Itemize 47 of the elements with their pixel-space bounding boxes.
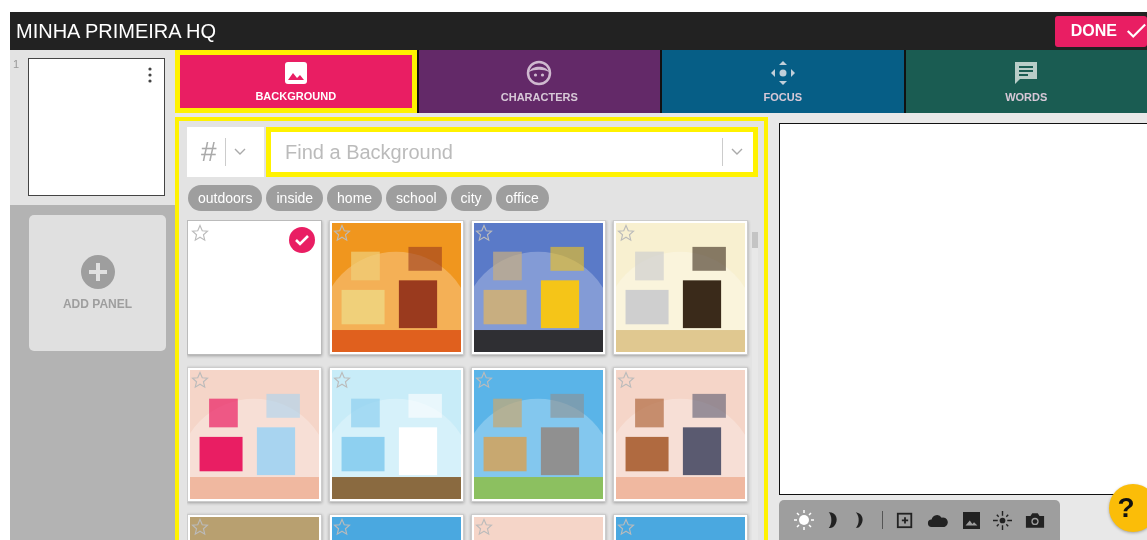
- cloud-icon[interactable]: [927, 512, 950, 528]
- panel-number: 1: [11, 58, 21, 72]
- plus-icon: [80, 255, 115, 289]
- tag-chip[interactable]: outdoors: [188, 185, 263, 211]
- favorite-star-icon[interactable]: [475, 371, 493, 389]
- favorite-star-icon[interactable]: [617, 518, 635, 536]
- more-icon[interactable]: [148, 67, 152, 83]
- favorite-star-icon[interactable]: [333, 224, 351, 242]
- favorite-star-icon[interactable]: [475, 224, 493, 242]
- favorite-star-icon[interactable]: [191, 518, 209, 536]
- scrollbar-thumb[interactable]: [752, 232, 758, 248]
- sun-icon[interactable]: [793, 510, 814, 531]
- focus-icon[interactable]: [992, 510, 1012, 530]
- favorite-star-icon[interactable]: [475, 518, 493, 536]
- add-panel-button[interactable]: ADD PANEL: [29, 215, 166, 351]
- panel-thumbnail[interactable]: [28, 58, 165, 196]
- chevron-down-icon: [731, 148, 743, 156]
- tag-chip[interactable]: city: [450, 185, 492, 211]
- favorite-star-icon[interactable]: [617, 371, 635, 389]
- favorite-star-icon[interactable]: [333, 371, 351, 389]
- background-tile[interactable]: [187, 220, 322, 355]
- tab[interactable]: FOCUS: [662, 50, 904, 113]
- add-image-icon[interactable]: [895, 511, 914, 530]
- focus-arrows-icon: [769, 60, 796, 86]
- tag-chip[interactable]: school: [386, 185, 447, 211]
- selected-check-icon: [289, 227, 315, 253]
- comic-title: MINHA PRIMEIRA HQ: [16, 19, 217, 43]
- image-icon[interactable]: [962, 511, 980, 529]
- favorite-star-icon[interactable]: [617, 224, 635, 242]
- tab[interactable]: CHARACTERS: [418, 50, 660, 113]
- face-icon: [526, 60, 553, 86]
- tab[interactable]: BACKGROUND: [175, 50, 417, 113]
- favorite-star-icon[interactable]: [333, 518, 351, 536]
- tag-chip[interactable]: inside: [266, 185, 324, 211]
- favorite-star-icon[interactable]: [191, 371, 209, 389]
- tab[interactable]: WORDS: [905, 50, 1147, 113]
- tag-chip[interactable]: office: [495, 185, 549, 211]
- search-field[interactable]: Find a Background: [271, 139, 714, 165]
- image-icon: [283, 61, 308, 85]
- tag-filter-dropdown[interactable]: #: [187, 127, 264, 177]
- done-button[interactable]: DONE: [1054, 15, 1147, 47]
- camera-icon[interactable]: [1025, 511, 1046, 529]
- search-bar[interactable]: Find a Background: [266, 127, 758, 177]
- speech-bubble-icon: [1013, 60, 1040, 86]
- chevron-down-icon: [233, 148, 246, 156]
- tag-chip[interactable]: home: [327, 185, 383, 211]
- favorite-star-icon[interactable]: [191, 224, 209, 242]
